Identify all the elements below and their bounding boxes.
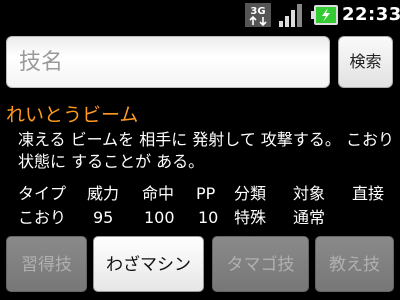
search-button[interactable]: 検索: [338, 36, 393, 88]
battery-charging-icon: [311, 5, 338, 25]
stat-header-pp: PP: [196, 184, 216, 203]
stats-value-row: こおり 95 100 10 特殊 通常: [18, 206, 396, 230]
signal-strength-icon: [279, 4, 302, 27]
stat-value-category: 特殊: [234, 208, 267, 227]
stat-header-type: タイプ: [18, 184, 67, 203]
stat-value-type: こおり: [18, 208, 67, 227]
stat-value-accuracy: 100: [144, 208, 175, 227]
3g-data-icon: 3G: [245, 3, 271, 27]
stat-header-target: 対象: [293, 184, 326, 203]
stat-value-pp: 10: [198, 208, 219, 227]
stat-header-category: 分類: [234, 184, 267, 203]
learnset-tab-bar: 習得技 わざマシン タマゴ技 教え技: [0, 236, 400, 292]
status-clock: 22:33: [342, 4, 400, 25]
move-name: れいとうビーム: [6, 104, 139, 126]
stat-header-power: 威力: [87, 184, 120, 203]
tab-tm-moves[interactable]: わざマシン: [93, 236, 204, 292]
tab-level-up-moves[interactable]: 習得技: [6, 236, 87, 292]
move-description: 凍える ビームを 相手に 発射して 攻撃する。 こおり状態に することが ある。: [18, 130, 394, 171]
stat-value-power: 95: [93, 208, 114, 227]
network-label: 3G: [250, 6, 265, 17]
move-stats: タイプ 威力 命中 PP 分類 対象 直接 こおり 95 100 10 特殊 通…: [18, 182, 396, 230]
stat-header-contact: 直接: [352, 184, 385, 203]
status-bar: 3G 22:33: [0, 0, 400, 30]
tab-egg-moves[interactable]: タマゴ技: [212, 236, 309, 292]
search-input[interactable]: [6, 36, 330, 88]
stats-header-row: タイプ 威力 命中 PP 分類 対象 直接: [18, 182, 396, 206]
stat-value-target: 通常: [293, 208, 326, 227]
stat-header-accuracy: 命中: [142, 184, 175, 203]
tab-tutor-moves[interactable]: 教え技: [315, 236, 394, 292]
